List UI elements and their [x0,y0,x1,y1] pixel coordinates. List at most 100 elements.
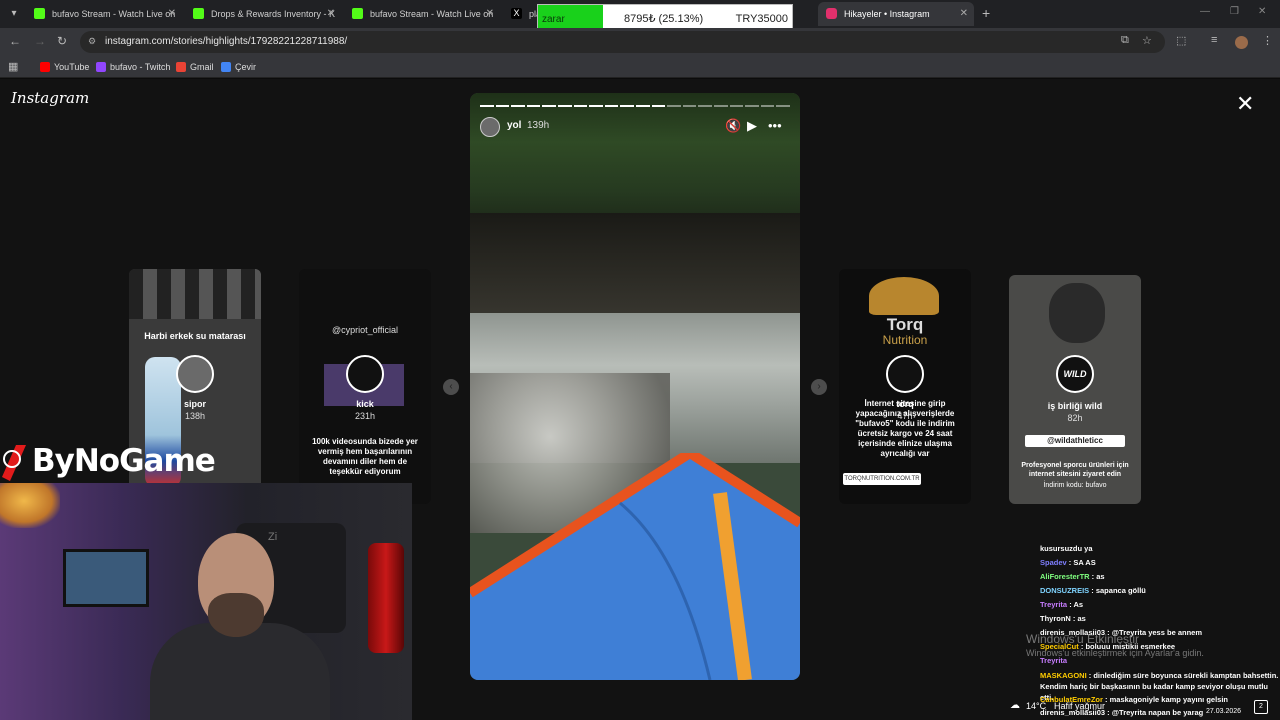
tab-title: bufavo Stream - Watch Live on [52,9,176,19]
close-icon[interactable]: ✕ [1236,91,1254,117]
progress-segment [526,105,541,107]
tv-image [63,549,149,607]
tab-kick-2[interactable]: bufavo Stream - Watch Live on ✕ [344,2,500,26]
weather-icon[interactable]: ☁ [1010,700,1020,711]
progress-segment [713,105,728,107]
kick-icon [34,8,45,19]
side-story-wild[interactable]: WILD iş birliği wild 82h @wildathleticc … [1009,275,1141,504]
progress-segment [542,105,556,107]
x-icon: X [511,8,522,19]
bookmark-twitch[interactable]: bufavo - Twitch [96,56,170,78]
brand-name: Torq [886,315,924,334]
menu-kebab-icon[interactable]: ⋮ [1262,34,1273,47]
notification-icon[interactable]: 2 [1254,700,1268,714]
bookmark-label: YouTube [54,62,90,72]
tab-search-icon[interactable]: ▾ [6,6,22,22]
next-story-chevron-icon[interactable]: › [811,379,827,395]
side-story-torq[interactable]: Torq Nutrition torq 47h İnternet sitesin… [839,269,971,504]
progress-segment [480,105,494,107]
apps-grid-icon[interactable]: ▦ [8,56,18,78]
forward-icon[interactable]: → [34,34,46,48]
close-tab-icon[interactable]: ✕ [168,2,176,26]
progress-segment [589,105,603,107]
reload-icon[interactable]: ↻ [57,34,67,48]
chat-username[interactable]: AliForesterTR [1040,572,1090,581]
minimize-icon[interactable]: — [1200,6,1210,17]
progress-segment [495,105,510,107]
progress-segment [604,105,619,107]
link-sticker[interactable]: TORQNUTRITION.COM.TR [843,473,921,485]
chat-username[interactable]: ThyronN [1040,614,1071,623]
progress-segment [698,105,712,107]
close-tab-icon[interactable]: ✕ [327,2,335,26]
progress-segment [729,105,744,107]
story-time: 139h [527,120,550,131]
more-options-icon[interactable]: ••• [768,118,782,133]
url-text: instagram.com/stories/highlights/1792822… [105,36,348,47]
active-story[interactable]: yol 139h 🔇 ▶ ••• [470,93,800,680]
tab-title: Hikayeler • Instagram [844,9,930,19]
tab-instagram[interactable]: Hikayeler • Instagram ✕ [818,2,974,26]
bookmark-youtube[interactable]: YouTube [40,56,89,78]
streamer-beard [208,593,264,637]
close-window-icon[interactable]: ✕ [1258,6,1266,17]
chat-text: As [1073,600,1084,609]
kick-icon [352,8,363,19]
story-avatar[interactable] [480,117,500,137]
forest-image [470,93,800,233]
site-info-icon[interactable]: ⚙ [88,36,99,47]
play-icon[interactable]: ▶ [747,118,757,134]
close-tab-icon[interactable]: ✕ [486,2,494,26]
progress-segment [557,105,572,107]
tab-kick-1[interactable]: bufavo Stream - Watch Live on ✕ [26,2,182,26]
story-name: iş birliği wild [1047,401,1103,411]
chair-brand-text: Zi [268,531,278,543]
toolbar: ← → ↻ ⚙ instagram.com/stories/highlights… [0,28,1280,56]
date-text[interactable]: 27.03.2026 [1206,708,1241,715]
profile-avatar[interactable] [1235,36,1248,49]
close-tab-icon[interactable]: ✕ [960,2,968,26]
story-username[interactable]: yol [507,120,521,131]
bookmark-label: bufavo - Twitch [110,62,171,72]
kick-icon [193,8,204,19]
torq-logo-icon [869,277,939,315]
lamp-image [0,483,60,528]
story-text: 100k videosunda bizede yer vermiş hem ba… [312,437,418,476]
weather-text[interactable]: Hafif yağmur [1054,701,1105,711]
chat-username[interactable]: DONSUZREIS [1040,586,1089,595]
bynogame-logo: ByNoGame [0,441,216,483]
story-name: kick [356,399,374,409]
tab-kick-drops[interactable]: Drops & Rewards Inventory - K ✕ [185,2,341,26]
story-time: 82h [1067,413,1083,423]
story-avatar [176,355,214,393]
progress-segment [620,105,634,107]
cast-icon[interactable]: ⧉ [1121,34,1129,47]
bookmark-gmail[interactable]: Gmail [176,56,214,78]
maximize-icon[interactable]: ❐ [1230,6,1239,17]
chat-username[interactable]: Spadev [1040,558,1067,567]
instagram-icon [826,8,837,19]
temperature[interactable]: 14°C [1026,701,1046,711]
bookmark-translate[interactable]: Çevir [221,56,256,78]
side-story-kick[interactable]: @cypriot_official kick 231h 100k videosu… [299,269,431,504]
chat-message: Treyrita : As [1040,600,1084,609]
mute-icon[interactable]: 🔇 [725,118,741,134]
instagram-logo[interactable]: Instagram [11,89,89,107]
chat-text: SA AS [1073,558,1096,567]
bynogame-mark-icon [2,445,26,481]
progress-segment [682,105,697,107]
chat-text: as [1077,614,1086,623]
bookmark-star-icon[interactable]: ☆ [1142,34,1152,47]
chat-username[interactable]: Treyrita [1040,600,1067,609]
address-bar[interactable]: ⚙ instagram.com/stories/highlights/17928… [80,31,1165,53]
extensions-icon[interactable]: ⬚ [1176,34,1186,47]
activation-watermark: Windows'u Etkinleştir [1026,632,1139,646]
mention-sticker[interactable]: @wildathleticc [1025,435,1125,447]
reading-list-icon[interactable]: ≡ [1211,34,1217,46]
back-icon[interactable]: ← [9,34,21,48]
chat-username[interactable]: MASKAGONI [1040,671,1087,680]
new-tab-icon[interactable]: + [982,5,990,21]
story-avatar [346,355,384,393]
prev-story-chevron-icon[interactable]: ‹ [443,379,459,395]
chat-message: DONSUZREIS : sapanca göllü [1040,586,1146,595]
